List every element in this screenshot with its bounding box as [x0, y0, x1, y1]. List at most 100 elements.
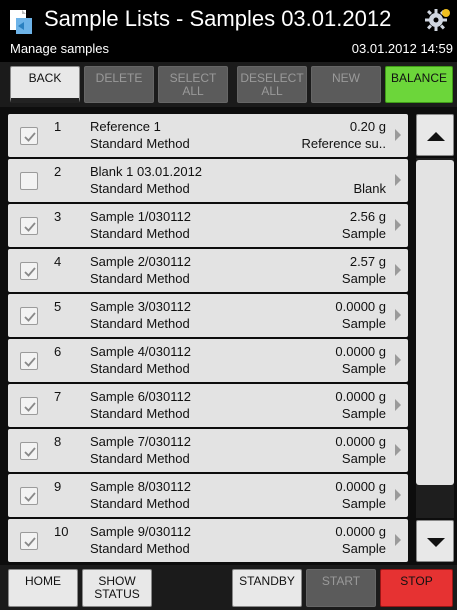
arrow-up-icon	[427, 132, 445, 141]
standby-button[interactable]: STANDBY	[232, 569, 302, 607]
sample-name: Sample 1/030112	[90, 209, 191, 224]
sample-list: 1 Reference 1 Standard Method 0.20 g Ref…	[0, 110, 408, 565]
back-button[interactable]: BACK	[10, 66, 80, 103]
list-item[interactable]: 9 Sample 8/030112 Standard Method 0.0000…	[8, 474, 408, 517]
list-item[interactable]: 7 Sample 6/030112 Standard Method 0.0000…	[8, 384, 408, 427]
sample-amount: 0.0000 g	[335, 344, 386, 359]
list-item[interactable]: 1 Reference 1 Standard Method 0.20 g Ref…	[8, 114, 408, 157]
chevron-right-icon	[395, 309, 401, 321]
row-index: 10	[54, 524, 69, 539]
list-item[interactable]: 4 Sample 2/030112 Standard Method 2.57 g…	[8, 249, 408, 292]
chevron-right-icon	[395, 129, 401, 141]
row-checkbox[interactable]	[20, 397, 38, 415]
sample-name: Sample 3/030112	[90, 299, 191, 314]
row-checkbox[interactable]	[20, 127, 38, 145]
sample-name: Sample 4/030112	[90, 344, 191, 359]
row-index: 4	[54, 254, 62, 269]
checkmark-icon	[24, 357, 36, 367]
stop-button[interactable]: STOP	[380, 569, 453, 607]
sample-type: Sample	[341, 541, 386, 556]
row-checkbox[interactable]	[20, 307, 38, 325]
new-button[interactable]: NEW	[311, 66, 381, 103]
document-icon	[10, 10, 32, 34]
checkmark-icon	[24, 267, 36, 277]
sample-type: Sample	[341, 271, 386, 286]
sample-amount: 0.20 g	[349, 119, 386, 134]
sample-type: Sample	[341, 226, 386, 241]
list-item[interactable]: 3 Sample 1/030112 Standard Method 2.56 g…	[8, 204, 408, 247]
sample-type: Reference su..	[301, 136, 386, 151]
sample-method: Standard Method	[90, 541, 190, 556]
bottom-toolbar: HOME SHOW STATUS STANDBY START STOP	[0, 565, 457, 610]
sample-type: Sample	[341, 406, 386, 421]
scroll-down-button[interactable]	[416, 520, 454, 562]
list-item[interactable]: 2 Blank 1 03.01.2012 Standard Method Bla…	[8, 159, 408, 202]
chevron-right-icon	[395, 489, 401, 501]
row-checkbox[interactable]	[20, 442, 38, 460]
gear-icon[interactable]	[424, 6, 452, 34]
sample-name: Sample 2/030112	[90, 254, 191, 269]
list-item[interactable]: 6 Sample 4/030112 Standard Method 0.0000…	[8, 339, 408, 382]
row-index: 6	[54, 344, 62, 359]
sample-method: Standard Method	[90, 451, 190, 466]
sample-method: Standard Method	[90, 496, 190, 511]
top-toolbar: BACK DELETE SELECT ALL DESELECT ALL NEW …	[0, 62, 457, 107]
sample-name: Blank 1 03.01.2012	[90, 164, 203, 179]
select-all-button[interactable]: SELECT ALL	[158, 66, 228, 103]
page-title: Sample Lists - Samples 03.01.2012	[44, 6, 392, 31]
chevron-right-icon	[395, 354, 401, 366]
subtitle: Manage samples	[10, 41, 109, 56]
sample-amount: 2.56 g	[349, 209, 386, 224]
sample-method: Standard Method	[90, 316, 190, 331]
sample-amount: 2.57 g	[349, 254, 386, 269]
row-checkbox[interactable]	[20, 352, 38, 370]
row-checkbox[interactable]	[20, 172, 38, 190]
sample-type: Sample	[341, 496, 386, 511]
start-button[interactable]: START	[306, 569, 376, 607]
sample-method: Standard Method	[90, 361, 190, 376]
sample-type: Sample	[341, 361, 386, 376]
sample-method: Standard Method	[90, 136, 190, 151]
row-checkbox[interactable]	[20, 487, 38, 505]
sample-amount: 0.0000 g	[335, 434, 386, 449]
checkmark-icon	[24, 402, 36, 412]
row-checkbox[interactable]	[20, 217, 38, 235]
sample-name: Sample 7/030112	[90, 434, 191, 449]
sample-method: Standard Method	[90, 226, 190, 241]
checkmark-icon	[24, 312, 36, 322]
delete-button[interactable]: DELETE	[84, 66, 154, 103]
sample-method: Standard Method	[90, 406, 190, 421]
row-index: 9	[54, 479, 62, 494]
list-item[interactable]: 5 Sample 3/030112 Standard Method 0.0000…	[8, 294, 408, 337]
deselect-all-button[interactable]: DESELECT ALL	[237, 66, 307, 103]
sample-name: Reference 1	[90, 119, 161, 134]
sample-amount: 0.0000 g	[335, 524, 386, 539]
checkmark-icon	[24, 222, 36, 232]
row-checkbox[interactable]	[20, 262, 38, 280]
chevron-right-icon	[395, 444, 401, 456]
row-checkbox[interactable]	[20, 532, 38, 550]
chevron-right-icon	[395, 174, 401, 186]
scrollbar-thumb[interactable]	[416, 160, 454, 485]
row-index: 7	[54, 389, 62, 404]
sample-method: Standard Method	[90, 181, 190, 196]
sample-amount: 0.0000 g	[335, 389, 386, 404]
datetime: 03.01.2012 14:59	[351, 41, 453, 56]
balance-button[interactable]: BALANCE	[385, 66, 453, 103]
sample-name: Sample 9/030112	[90, 524, 191, 539]
scroll-up-button[interactable]	[416, 114, 454, 156]
chevron-right-icon	[395, 399, 401, 411]
chevron-right-icon	[395, 264, 401, 276]
row-index: 2	[54, 164, 62, 179]
sample-type: Blank	[353, 181, 386, 196]
list-item[interactable]: 8 Sample 7/030112 Standard Method 0.0000…	[8, 429, 408, 472]
list-item[interactable]: 10 Sample 9/030112 Standard Method 0.000…	[8, 519, 408, 562]
row-index: 5	[54, 299, 62, 314]
arrow-down-icon	[427, 538, 445, 547]
home-button[interactable]: HOME	[8, 569, 78, 607]
row-index: 8	[54, 434, 62, 449]
title-bar: Sample Lists - Samples 03.01.2012 Manage…	[0, 0, 457, 62]
show-status-button[interactable]: SHOW STATUS	[82, 569, 152, 607]
sample-amount: 0.0000 g	[335, 479, 386, 494]
chevron-right-icon	[395, 219, 401, 231]
